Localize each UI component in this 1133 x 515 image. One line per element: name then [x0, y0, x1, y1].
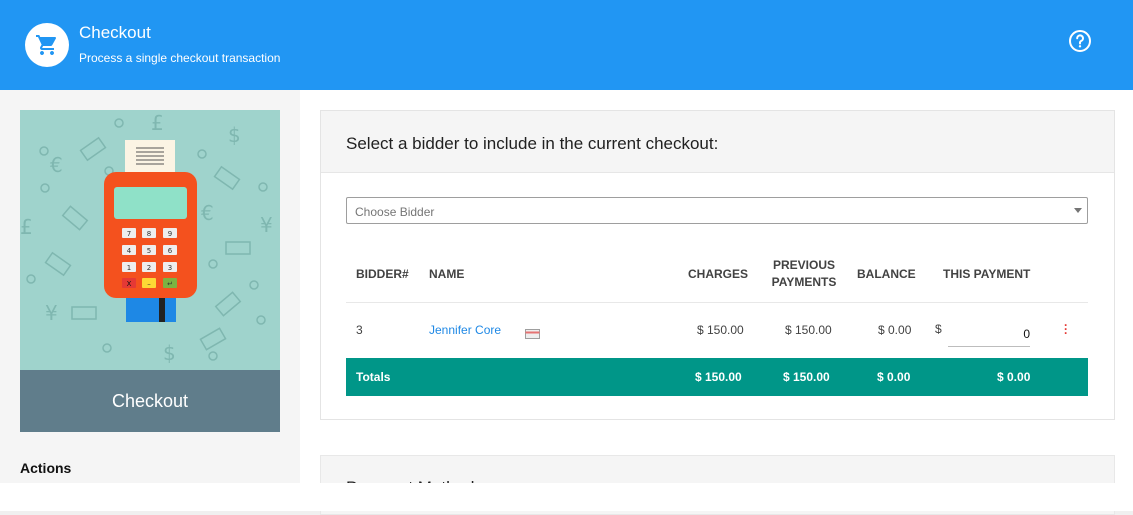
column-header-charges: CHARGES: [688, 267, 749, 281]
column-header-balance: BALANCE: [857, 267, 916, 281]
column-header-name: NAME: [429, 267, 465, 281]
svg-text:2: 2: [147, 264, 151, 272]
cart-icon: [25, 23, 69, 67]
actions-heading: Actions: [20, 460, 72, 476]
totals-previous-payments: $ 150.00: [783, 370, 830, 384]
row-balance: $ 0.00: [878, 323, 912, 337]
totals-charges: $ 150.00: [695, 370, 742, 384]
header-divider: [346, 302, 1088, 303]
svg-text:9: 9: [168, 230, 172, 238]
card-header: Select a bidder to include in the curren…: [321, 111, 1114, 173]
svg-text:£: £: [151, 111, 164, 135]
torn-edge: [0, 483, 1133, 511]
illustration-caption: Checkout: [20, 370, 280, 432]
column-header-previous-payments-line1: PREVIOUS: [772, 258, 835, 272]
page-title: Checkout: [79, 23, 151, 42]
row-charges: $ 150.00: [697, 323, 744, 337]
row-currency-symbol: $: [935, 322, 942, 336]
svg-text:1: 1: [127, 264, 131, 272]
totals-row: Totals $ 150.00 $ 150.00 $ 0.00 $ 0.00: [346, 358, 1088, 396]
svg-text:¥: ¥: [260, 213, 273, 237]
totals-balance: $ 0.00: [877, 370, 911, 384]
svg-text:€: €: [201, 201, 214, 225]
svg-text:X: X: [127, 280, 132, 288]
chevron-down-icon: [1074, 208, 1082, 213]
checkout-illustration: £ $ € € £ ¥ ¥ $ 7 8 9 4 5 6 1 2 3 X – ↵: [20, 110, 280, 370]
bidder-selection-card: Select a bidder to include in the curren…: [320, 110, 1115, 420]
svg-text:5: 5: [147, 247, 151, 255]
svg-text:–: –: [147, 280, 151, 288]
credit-card-icon: [525, 326, 540, 339]
bidder-select-placeholder: Choose Bidder: [355, 205, 435, 219]
svg-text:€: €: [50, 153, 63, 177]
svg-text:↵: ↵: [167, 280, 173, 288]
svg-text:$: $: [163, 341, 176, 365]
app-header: Checkout Process a single checkout trans…: [0, 0, 1133, 90]
svg-text:3: 3: [168, 264, 172, 272]
svg-text:8: 8: [147, 230, 151, 238]
svg-text:4: 4: [127, 247, 132, 255]
row-previous-payments: $ 150.00: [785, 323, 832, 337]
totals-this-payment: $ 0.00: [997, 370, 1031, 384]
column-header-previous-payments: PREVIOUS PAYMENTS: [767, 257, 841, 291]
page-subtitle: Process a single checkout transaction: [79, 51, 281, 65]
card-title: Select a bidder to include in the curren…: [346, 134, 719, 153]
svg-text:£: £: [20, 215, 33, 239]
totals-label: Totals: [356, 370, 391, 384]
svg-text:$: $: [228, 123, 241, 147]
bidder-select[interactable]: Choose Bidder: [346, 197, 1088, 224]
this-payment-input[interactable]: [948, 322, 1030, 347]
kebab-menu-icon[interactable]: · · ·: [1063, 319, 1069, 339]
main-content: Select a bidder to include in the curren…: [300, 90, 1133, 515]
help-circle-icon[interactable]: [1068, 29, 1092, 53]
row-bidder-number: 3: [356, 323, 363, 337]
row-bidder-name-link[interactable]: Jennifer Core: [429, 323, 501, 337]
column-header-this-payment: THIS PAYMENT: [943, 267, 1031, 281]
svg-text:6: 6: [168, 247, 173, 255]
svg-text:¥: ¥: [45, 301, 58, 325]
svg-text:7: 7: [127, 230, 131, 238]
column-header-previous-payments-line2: PAYMENTS: [771, 275, 837, 289]
sidebar: £ $ € € £ ¥ ¥ $ 7 8 9 4 5 6 1 2 3 X – ↵ …: [0, 90, 300, 511]
column-header-bidder: BIDDER#: [356, 267, 409, 281]
